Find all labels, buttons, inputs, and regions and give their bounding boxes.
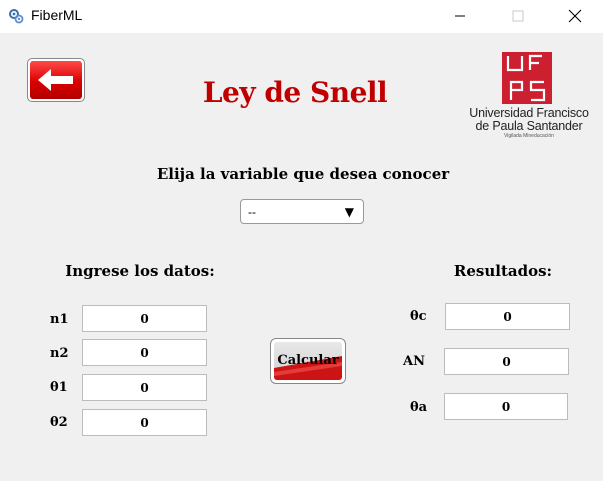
label-theta-c: θc	[410, 309, 427, 324]
inputs-title: Ingrese los datos:	[65, 262, 215, 280]
result-theta-c: 0	[445, 303, 570, 330]
label-n1: n1	[50, 312, 69, 327]
results-title: Resultados:	[453, 262, 553, 280]
maximize-icon	[512, 10, 524, 21]
gear-icon	[9, 9, 24, 24]
variable-prompt: Elija la variable que desea conocer	[156, 165, 450, 183]
close-button[interactable]	[552, 0, 598, 31]
minimize-icon	[455, 15, 465, 16]
ufps-logo-mark	[502, 52, 552, 104]
logo-university-name-2: de Paula Santander	[475, 119, 583, 133]
logo-tagline: Vigilada Mineducación	[504, 133, 554, 139]
input-n2[interactable]: 0	[82, 339, 207, 366]
back-button[interactable]	[27, 58, 85, 102]
maximize-button[interactable]	[495, 0, 541, 31]
calculate-label: Calcular	[277, 353, 339, 368]
variable-select[interactable]: -- ▼	[240, 199, 364, 224]
arrow-left-icon	[38, 69, 73, 91]
label-theta1: θ1	[50, 380, 68, 395]
triangle-down-icon: ▼	[344, 205, 354, 219]
label-theta-a: θa	[410, 400, 428, 415]
label-an: AN	[403, 354, 425, 369]
input-theta1[interactable]: 0	[82, 374, 207, 401]
variable-select-value: --	[248, 205, 256, 219]
title-bar: FiberML	[0, 0, 603, 33]
window-title: FiberML	[31, 7, 83, 23]
label-theta2: θ2	[50, 415, 68, 430]
result-an: 0	[444, 348, 569, 375]
university-logo: Universidad Francisco de Paula Santander…	[466, 52, 592, 142]
minimize-button[interactable]	[437, 0, 483, 31]
result-theta-a: 0	[444, 393, 568, 420]
input-n1[interactable]: 0	[82, 305, 207, 332]
input-theta2[interactable]: 0	[82, 409, 207, 436]
calculate-button[interactable]: Calcular	[270, 338, 346, 384]
page-title: Ley de Snell	[202, 76, 388, 109]
close-icon	[568, 9, 582, 22]
logo-university-name: Universidad Francisco	[469, 106, 589, 120]
label-n2: n2	[50, 346, 69, 361]
